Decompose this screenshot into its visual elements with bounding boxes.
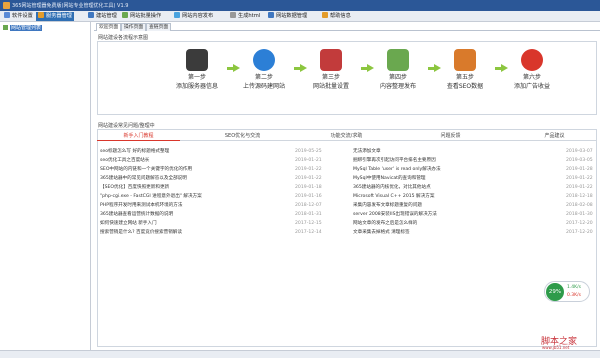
- menu-help[interactable]: 帮助信息: [320, 12, 353, 21]
- tab-seo[interactable]: SEO优化与交流: [201, 132, 284, 141]
- help-icon: [322, 12, 328, 18]
- upload-speed: 1.4K/s: [567, 285, 581, 290]
- window-title: 365网站管理器免费版(网站专业管理优化工具) V1.9: [12, 3, 129, 9]
- list-item[interactable]: "php-cgi.exe - FastCGI 进程意外退出" 解决方案 2019-…: [100, 193, 348, 200]
- list-item[interactable]: 采集内容发布文章标题重复的问题 2018-02-08: [353, 202, 593, 209]
- list-item[interactable]: 365建站器查看运营统计数据的说明 2018-01-31: [100, 211, 348, 218]
- tab-beginner[interactable]: 新手入门教程: [97, 132, 180, 141]
- list-item[interactable]: SEO中网站的内链和一个关键字的优化的作用 2019-01-22: [100, 166, 348, 173]
- site-list-panel: 网站管理列表: [0, 22, 91, 350]
- list-item[interactable]: seo标题怎么写 好的标题格式整理 2019-05-25: [100, 148, 348, 155]
- list-item[interactable]: PHP程序开发时用来测试本机环境的方法 2018-12-07: [100, 202, 348, 209]
- tab-bar: 欢迎页面 操作页面 查链页面: [94, 22, 600, 31]
- flow-step-1: 第一步 添加服务器信息: [167, 49, 227, 90]
- tools-icon: [320, 49, 342, 71]
- list-item[interactable]: 捆绑引擎再次引起访问平台排名主要原因 2019-03-05: [353, 157, 593, 164]
- flow-step-3: 第三步 网站批量设置: [301, 49, 361, 90]
- status-bar: [0, 350, 600, 358]
- menu-site-build[interactable]: 建站管理: [86, 12, 119, 21]
- flow-step-2: 第二步 上传源码建网站: [234, 49, 294, 90]
- tab-suggestion[interactable]: 产品建议: [513, 132, 596, 141]
- menu-data-manage[interactable]: 网站数据管理: [266, 12, 309, 21]
- flow-title: 网站建设各流程示意图: [98, 35, 149, 41]
- list-item[interactable]: 【SEO优化】百度快照更新和更新 2019-01-18: [100, 184, 348, 191]
- flow-step-6: 第六步 添加广告收益: [502, 49, 562, 90]
- list-item[interactable]: MySql Table 'user' is read only解决办法 2019-…: [353, 166, 593, 173]
- menu-generate-html[interactable]: 生成html: [228, 12, 262, 21]
- gear-icon: [4, 12, 10, 18]
- list-item[interactable]: Microsoft Visual C++ 2015 解决方案 2018-12-18: [353, 193, 593, 200]
- ie-icon: [253, 49, 275, 71]
- batch-icon: [122, 12, 128, 18]
- data-icon: [268, 12, 274, 18]
- html-icon: [230, 12, 236, 18]
- chart-icon: [454, 49, 476, 71]
- news-category-tabs: 新手入门教程 SEO优化与交流 功能交流/求助 问题反馈 产品建议: [97, 132, 597, 141]
- server-add-icon: [186, 49, 208, 71]
- build-icon: [88, 12, 94, 18]
- site-icon: [3, 25, 8, 30]
- tab-operation[interactable]: 操作页面: [121, 23, 147, 31]
- menu-batch-ops[interactable]: 网站批量操作: [120, 12, 163, 21]
- download-speed: 0.3K/s: [567, 293, 581, 298]
- tab-link-check[interactable]: 查链页面: [146, 23, 172, 31]
- list-item[interactable]: 365建站器中的常见问题解答以及全部说明 2019-01-22: [100, 175, 348, 182]
- title-bar: 365网站管理器免费版(网站专业管理优化工具) V1.9: [0, 0, 600, 11]
- usage-percent: 29%: [546, 283, 564, 301]
- network-speed-widget[interactable]: 29% 1.4K/s 0.3K/s: [544, 281, 590, 302]
- flow-step-5: 第五步 查看SEO数据: [435, 49, 495, 90]
- list-item[interactable]: 如何快速建立网站 新手入门 2017-12-15: [100, 220, 348, 227]
- list-item[interactable]: 无法添加文章 2019-03-07: [353, 148, 593, 155]
- sidebar-item-site-list[interactable]: 网站管理列表: [3, 25, 43, 32]
- flow-step-4: 第四步 内容整理发布: [368, 49, 428, 90]
- menu-content-publish[interactable]: 网站内容发布: [172, 12, 215, 21]
- list-item[interactable]: 搜索营销是什么? 百度竞价搜索营销解读 2017-12-14: [100, 229, 348, 236]
- server-icon: [38, 12, 44, 18]
- menu-server-manage[interactable]: 服务器管理: [36, 12, 74, 21]
- main-area: 欢迎页面 操作页面 查链页面 网站建设各流程示意图 第一步 添加服务器信息 第二…: [94, 22, 600, 350]
- list-item[interactable]: MySql中使用Navicat的查询和管理 2019-01-22: [353, 175, 593, 182]
- tab-welcome[interactable]: 欢迎页面: [96, 23, 122, 31]
- tab-function[interactable]: 功能交流/求助: [305, 132, 388, 141]
- news-title: 网站建设常见问题/整理中: [98, 123, 155, 129]
- network-icon: [387, 49, 409, 71]
- list-item[interactable]: seo优化工具之百度站长 2019-01-21: [100, 157, 348, 164]
- menu-settings[interactable]: 软件设置: [2, 12, 35, 21]
- list-item[interactable]: 文章采集去掉格式 清理标签 2017-12-20: [353, 229, 593, 236]
- publish-icon: [174, 12, 180, 18]
- list-item[interactable]: 365建站器的内核优化，对比其他站点 2019-01-22: [353, 184, 593, 191]
- menu-bar: 软件设置 服务器管理 建站管理 网站批量操作 网站内容发布 生成html 网站数…: [0, 11, 600, 22]
- tab-feedback[interactable]: 问题反馈: [409, 132, 492, 141]
- list-item[interactable]: 网站文章的发布之后是怎么样的 2017-12-20: [353, 220, 593, 227]
- list-item[interactable]: server 2008安装IIS出现错误的解决方法 2018-01-30: [353, 211, 593, 218]
- ad-icon: [521, 49, 543, 71]
- app-icon: [3, 2, 10, 9]
